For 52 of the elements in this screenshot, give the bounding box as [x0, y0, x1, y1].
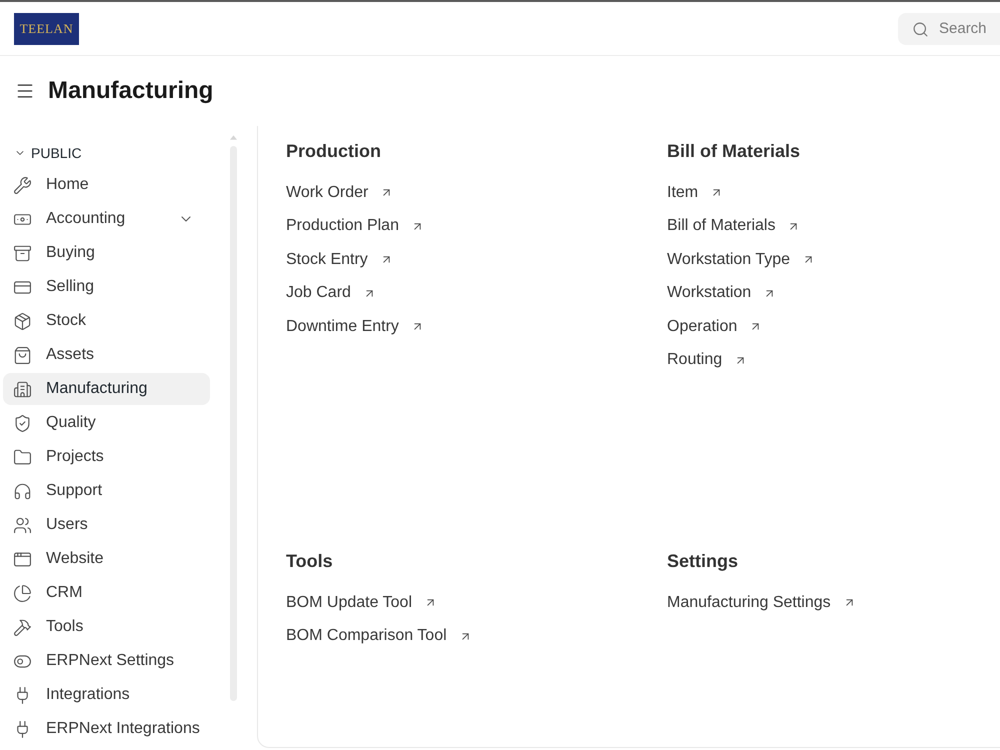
users-icon	[13, 516, 32, 534]
browser-window-icon	[13, 550, 32, 568]
sidebar-item[interactable]: Manufacturing	[3, 373, 210, 405]
shopping-bag-icon	[13, 346, 32, 364]
sidebar-item[interactable]: Stock	[3, 305, 210, 337]
sidebar-item[interactable]: Home	[3, 169, 210, 201]
sidebar-item[interactable]: CRM	[3, 577, 210, 609]
sidebar-item[interactable]: ERPNext Settings	[3, 645, 210, 677]
building-icon	[13, 380, 32, 398]
shortcut-link[interactable]: Job Card	[286, 276, 376, 310]
sidebar-item[interactable]: Accounting	[3, 203, 210, 235]
shortcut-link[interactable]: Workstation Type	[667, 243, 816, 276]
search-icon	[912, 20, 929, 38]
section-heading: Settings	[667, 550, 740, 573]
archive-icon	[13, 244, 32, 262]
shortcut-link[interactable]: Workstation	[667, 276, 776, 310]
shortcut-link[interactable]: Bill of Materials	[667, 210, 800, 243]
sidebar-item[interactable]: Assets	[3, 339, 210, 371]
hammer-icon	[13, 618, 32, 636]
shortcut-link[interactable]: Work Order	[286, 176, 394, 210]
shortcut-link[interactable]: Routing	[667, 344, 748, 377]
shortcut-link[interactable]: Item	[667, 176, 724, 210]
shortcut-link[interactable]: BOM Update Tool	[286, 586, 437, 620]
sidebar-item[interactable]: ERPNext Integrations	[3, 713, 210, 745]
shield-check-icon	[13, 414, 32, 432]
sidebar-item[interactable]: Users	[3, 509, 210, 541]
sidebar-item[interactable]: Tools	[3, 611, 210, 643]
page-title: Manufacturing	[48, 76, 214, 106]
sidebar-item[interactable]: Quality	[3, 407, 210, 439]
headphones-icon	[13, 482, 32, 500]
package-icon	[13, 312, 32, 330]
sidebar-item[interactable]: Integrations	[3, 679, 210, 711]
folder-icon	[13, 448, 32, 466]
sidebar-item[interactable]: Buying	[3, 237, 210, 269]
shortcut-link[interactable]: Downtime Entry	[286, 310, 424, 344]
shortcut-link[interactable]: Stock Entry	[286, 243, 393, 276]
section-heading: Production	[286, 140, 382, 163]
pie-chart-icon	[13, 584, 32, 602]
sidebar-item[interactable]: Support	[3, 475, 210, 507]
section-heading: Bill of Materials	[667, 140, 802, 163]
search-field[interactable]: Search	[898, 12, 1000, 44]
company-logo[interactable]: TEELAN	[14, 12, 79, 44]
shortcut-link[interactable]: BOM Comparison Tool	[286, 620, 472, 653]
shortcut-link[interactable]: Operation	[667, 310, 762, 344]
sidebar-item[interactable]: Projects	[3, 441, 210, 473]
section-heading: Tools	[286, 550, 334, 573]
wrench-icon	[13, 176, 32, 194]
sidebar-item[interactable]: Website	[3, 543, 210, 575]
shortcut-link[interactable]: Manufacturing Settings	[667, 586, 856, 620]
shortcut-link[interactable]: Production Plan	[286, 210, 424, 243]
sidebar-item[interactable]: Selling	[3, 271, 210, 303]
sidebar-section-toggle[interactable]: PUBLIC	[3, 141, 82, 165]
